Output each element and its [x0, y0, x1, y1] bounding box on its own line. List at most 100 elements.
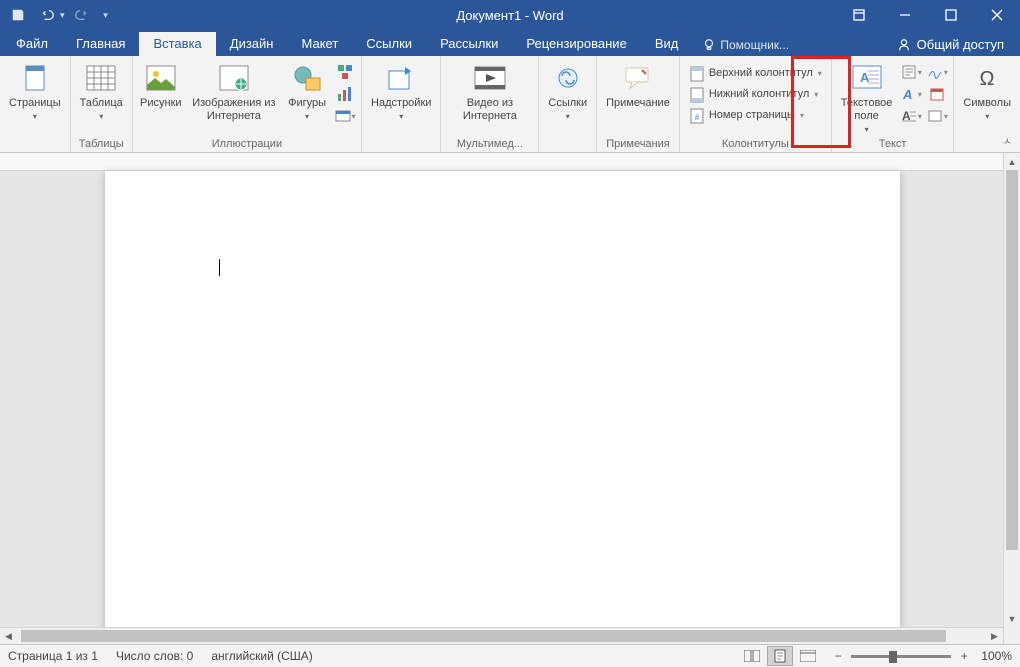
online-pictures-icon	[218, 62, 250, 94]
ribbon-tab-bar: Файл Главная Вставка Дизайн Макет Ссылки…	[0, 30, 1020, 56]
undo-button[interactable]	[34, 1, 62, 29]
vertical-scrollbar[interactable]: ▲ ▼	[1003, 153, 1020, 644]
textbox-icon: A	[851, 62, 883, 94]
document-page[interactable]	[105, 171, 900, 644]
tab-mailings[interactable]: Рассылки	[426, 32, 512, 56]
dropcap-button[interactable]: A▾	[900, 106, 922, 126]
share-label: Общий доступ	[917, 37, 1004, 52]
comment-button[interactable]: Примечание	[600, 58, 676, 110]
group-illustrations: Рисунки Изображения из Интернета Фигуры▾…	[133, 56, 362, 152]
qat-customize-icon[interactable]: ▾	[97, 1, 115, 29]
pages-button[interactable]: Страницы▾	[3, 58, 67, 123]
group-label: Мультимед...	[444, 137, 535, 152]
pictures-button[interactable]: Рисунки	[136, 58, 186, 110]
web-layout-button[interactable]	[795, 646, 821, 666]
title-bar: ▾ ▾ Документ1 - Word	[0, 0, 1020, 30]
ribbon-display-button[interactable]	[836, 0, 882, 30]
zoom-slider: − +	[831, 649, 971, 663]
tab-file[interactable]: Файл	[2, 32, 62, 56]
page-number-button[interactable]: #Номер страницы▾	[685, 106, 826, 125]
symbols-button[interactable]: Ω Символы▾	[957, 58, 1017, 123]
zoom-in-button[interactable]: +	[957, 649, 971, 663]
maximize-button[interactable]	[928, 0, 974, 30]
share-button[interactable]: Общий доступ	[883, 33, 1018, 56]
header-button[interactable]: Верхний колонтитул▾	[685, 64, 826, 83]
undo-dropdown-icon[interactable]: ▾	[60, 10, 65, 21]
window-controls	[836, 0, 1020, 30]
lightbulb-icon	[702, 38, 716, 52]
links-button[interactable]: Ссылки▾	[542, 58, 593, 123]
collapse-ribbon-icon[interactable]: ㅅ	[999, 131, 1016, 150]
minimize-button[interactable]	[882, 0, 928, 30]
header-icon	[689, 66, 705, 82]
online-pictures-button[interactable]: Изображения из Интернета	[186, 58, 282, 123]
document-area: ▲ ▼ ◀ ▶	[0, 153, 1020, 644]
tab-references[interactable]: Ссылки	[352, 32, 426, 56]
tab-layout[interactable]: Макет	[287, 32, 352, 56]
scroll-up-icon[interactable]: ▲	[1004, 153, 1020, 170]
group-comments: Примечание Примечания	[597, 56, 680, 152]
svg-text:A: A	[902, 87, 912, 102]
scroll-thumb[interactable]	[1006, 170, 1018, 550]
table-button[interactable]: Таблица▾	[74, 58, 129, 123]
footer-button[interactable]: Нижний колонтитул▾	[685, 85, 826, 104]
ribbon: Страницы▾ Таблица▾ Таблицы Рисунки Изобр…	[0, 56, 1020, 153]
zoom-thumb[interactable]	[889, 651, 897, 663]
hscroll-thumb[interactable]	[21, 630, 946, 642]
horizontal-scrollbar[interactable]: ◀ ▶	[0, 627, 1003, 644]
shapes-button[interactable]: Фигуры▾	[282, 58, 332, 123]
pictures-icon	[145, 62, 177, 94]
textbox-button[interactable]: A Текстовое поле▾	[835, 58, 899, 136]
scroll-left-icon[interactable]: ◀	[0, 628, 17, 644]
svg-text:#: #	[695, 113, 700, 122]
group-label: Иллюстрации	[136, 137, 358, 152]
wordart-button[interactable]: A▾	[900, 84, 922, 104]
tell-me-label: Помощник...	[720, 38, 789, 52]
object-button[interactable]: ▾	[926, 106, 948, 126]
tab-design[interactable]: Дизайн	[216, 32, 288, 56]
horizontal-ruler[interactable]	[0, 153, 1020, 171]
close-button[interactable]	[974, 0, 1020, 30]
save-button[interactable]	[4, 1, 32, 29]
group-label: Текст	[835, 137, 951, 152]
shapes-icon	[291, 62, 323, 94]
signature-button[interactable]: ▾	[926, 62, 948, 82]
video-icon	[474, 62, 506, 94]
print-layout-button[interactable]	[767, 646, 793, 666]
tell-me-search[interactable]: Помощник...	[692, 34, 799, 56]
addins-button[interactable]: Надстройки▾	[365, 58, 437, 123]
table-icon	[85, 62, 117, 94]
page-status[interactable]: Страница 1 из 1	[8, 649, 98, 663]
redo-button[interactable]	[67, 1, 95, 29]
read-mode-button[interactable]	[739, 646, 765, 666]
addins-icon	[385, 62, 417, 94]
zoom-level[interactable]: 100%	[981, 649, 1012, 663]
group-label	[542, 137, 593, 152]
group-media: Видео из Интернета Мультимед...	[441, 56, 539, 152]
tab-review[interactable]: Рецензирование	[512, 32, 640, 56]
group-addins: Надстройки▾	[362, 56, 441, 152]
scroll-right-icon[interactable]: ▶	[986, 628, 1003, 644]
tab-home[interactable]: Главная	[62, 32, 139, 56]
datetime-button[interactable]	[926, 84, 948, 104]
quick-access-toolbar: ▾ ▾	[0, 1, 119, 29]
smartart-button[interactable]	[334, 62, 356, 82]
group-label: Таблицы	[74, 137, 129, 152]
group-links: Ссылки▾	[539, 56, 597, 152]
status-bar: Страница 1 из 1 Число слов: 0 английский…	[0, 644, 1020, 667]
chart-button[interactable]	[334, 84, 356, 104]
zoom-out-button[interactable]: −	[831, 649, 845, 663]
tab-insert[interactable]: Вставка	[139, 32, 215, 56]
group-label	[3, 137, 67, 152]
word-count[interactable]: Число слов: 0	[116, 649, 193, 663]
group-header-footer: Верхний колонтитул▾ Нижний колонтитул▾ #…	[680, 56, 832, 152]
screenshot-button[interactable]: ▾	[334, 106, 356, 126]
scroll-down-icon[interactable]: ▼	[1004, 610, 1020, 627]
online-video-button[interactable]: Видео из Интернета	[444, 58, 535, 123]
tab-view[interactable]: Вид	[641, 32, 693, 56]
zoom-track[interactable]	[851, 655, 951, 658]
footer-icon	[689, 87, 705, 103]
group-label	[365, 137, 437, 152]
quickparts-button[interactable]: ▾	[900, 62, 922, 82]
language-status[interactable]: английский (США)	[211, 649, 312, 663]
